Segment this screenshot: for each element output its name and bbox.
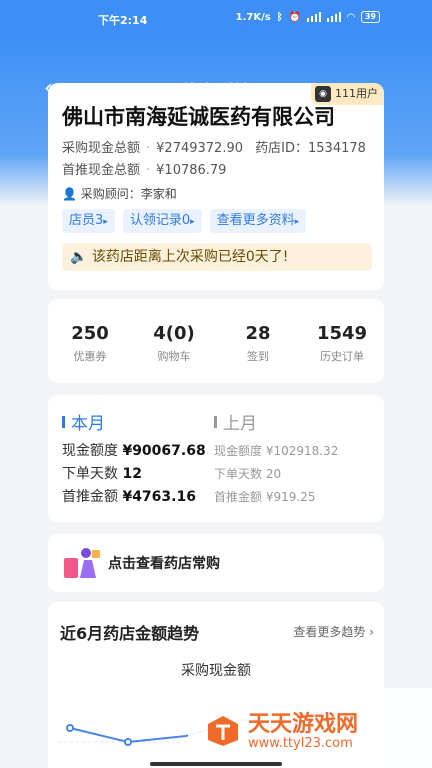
more-trend-link[interactable]: 查看更多趋势 › <box>293 623 374 640</box>
first-push-total-row: 首推现金总额 · ¥10786.79 <box>62 163 227 178</box>
staff-chip-label: 店员3 <box>69 213 104 228</box>
camera-icon: ◉ <box>315 86 331 102</box>
last-purchase-notice: 🔈 该药店距离上次采购已经0天了! <box>62 243 372 271</box>
advisor-label: 采购顾问： <box>80 187 141 201</box>
often-buy-card[interactable]: 点击查看药店常购 <box>48 534 384 592</box>
stats-card: 250 优惠券 4(0) 购物车 28 签到 1549 历史订单 <box>48 299 384 383</box>
store-id-value: 1534178 <box>308 141 366 156</box>
signal-icon <box>307 12 322 22</box>
stat-checkin[interactable]: 28 签到 <box>216 299 300 383</box>
claim-record-chip-label: 认领记录0 <box>129 213 191 228</box>
this-month-cash: 现金额度 ¥90067.68 <box>62 443 206 459</box>
more-info-chip-label: 查看更多资料 <box>216 213 295 228</box>
triangle-right-icon: ▸ <box>190 217 195 227</box>
trend-point <box>124 738 132 746</box>
this-month-push: 首推金额 ¥4763.16 <box>62 489 196 505</box>
user-count-label: 111用户 <box>335 87 378 100</box>
this-month-title: 本月 <box>62 409 206 434</box>
status-time: 下午2:14 <box>98 14 148 27</box>
stat-history-orders[interactable]: 1549 历史订单 <box>300 299 384 383</box>
staff-chip[interactable]: 店员3▸ <box>62 209 115 233</box>
battery-icon: 39 <box>360 11 380 23</box>
network-speed: 1.7K/s <box>235 11 271 23</box>
watermark-title: 天天游戏网 <box>248 712 359 737</box>
advisor-name: 李家和 <box>140 187 177 201</box>
often-buy-label: 点击查看药店常购 <box>108 556 220 572</box>
triangle-right-icon: ▸ <box>103 217 108 227</box>
first-push-total-label: 首推现金总额 <box>62 163 141 178</box>
monthly-summary-card: 本月 现金额度 ¥90067.68 下单天数 12 首推金额 ¥4763.16 … <box>48 395 384 522</box>
person-icon: 👤 <box>62 187 77 201</box>
stat-label: 购物车 <box>157 350 191 363</box>
stat-cart[interactable]: 4(0) 购物车 <box>132 299 216 383</box>
chevron-right-icon: › <box>369 625 374 639</box>
stat-label: 优惠券 <box>73 350 107 363</box>
trend-point <box>66 724 74 732</box>
status-bar: 下午2:14 1.7K/s ᛒ ⏰ ◠ 39 <box>0 0 432 36</box>
advisor-row: 👤 采购顾问：李家和 <box>62 185 177 202</box>
store-id-label: 药店ID： <box>255 141 308 156</box>
watermark-logo-icon <box>208 716 238 746</box>
store-action-chips: 店员3▸ 认领记录0▸ 查看更多资料▸ <box>62 209 307 233</box>
last-month-title: 上月 <box>214 409 338 434</box>
store-info-card: ◉ 111用户 佛山市南海延诚医药有限公司 采购现金总额 · ¥2749372.90… <box>48 83 384 290</box>
stat-value: 1549 <box>316 323 368 344</box>
stat-value: 4(0) <box>153 323 195 344</box>
store-name: 佛山市南海延诚医药有限公司 <box>62 105 335 129</box>
last-month-days: 下单天数 20 <box>214 467 282 481</box>
shopping-illustration-icon <box>64 548 100 578</box>
notice-text: 该药店距离上次采购已经0天了! <box>91 249 289 265</box>
alarm-icon: ⏰ <box>288 11 302 23</box>
status-icons: 1.7K/s ᛒ ⏰ ◠ 39 <box>236 11 380 23</box>
stat-label: 签到 <box>247 350 269 363</box>
stat-value: 250 <box>71 323 109 344</box>
stat-label: 历史订单 <box>320 350 364 363</box>
wifi-icon: ◠ <box>347 11 355 23</box>
more-info-chip[interactable]: 查看更多资料▸ <box>209 209 307 233</box>
watermark: 天天游戏网 www.ttyl23.com <box>188 688 432 768</box>
stat-coupons[interactable]: 250 优惠券 <box>48 299 132 383</box>
trend-title: 近6月药店金额趋势 <box>60 624 200 643</box>
claim-record-chip[interactable]: 认领记录0▸ <box>122 209 202 233</box>
bluetooth-icon: ᛒ <box>276 11 283 23</box>
speaker-icon: 🔈 <box>70 249 88 265</box>
signal-icon-2 <box>327 12 342 22</box>
first-push-total-value: ¥10786.79 <box>156 163 227 178</box>
home-indicator <box>150 762 282 766</box>
purchase-cash-total-label: 采购现金总额 <box>62 141 141 156</box>
last-month-cash: 现金额度 ¥102918.32 <box>214 444 339 458</box>
more-trend-label: 查看更多趋势 <box>293 625 366 639</box>
triangle-right-icon: ▸ <box>294 217 300 227</box>
stat-value: 28 <box>245 323 271 344</box>
this-month-days: 下单天数 12 <box>62 466 142 482</box>
last-month-push: 首推金额 ¥919.25 <box>214 490 316 504</box>
purchase-cash-total-row: 采购现金总额 · ¥2749372.90 药店ID：1534178 <box>62 141 366 156</box>
watermark-url: www.ttyl23.com <box>248 736 353 751</box>
purchase-cash-total-value: ¥2749372.90 <box>156 141 243 156</box>
this-month-column[interactable]: 本月 现金额度 ¥90067.68 下单天数 12 首推金额 ¥4763.16 <box>62 409 206 509</box>
chart-title: 采购现金额 <box>181 663 251 679</box>
last-month-column[interactable]: 上月 现金额度 ¥102918.32 下单天数 20 首推金额 ¥919.25 <box>214 409 338 509</box>
